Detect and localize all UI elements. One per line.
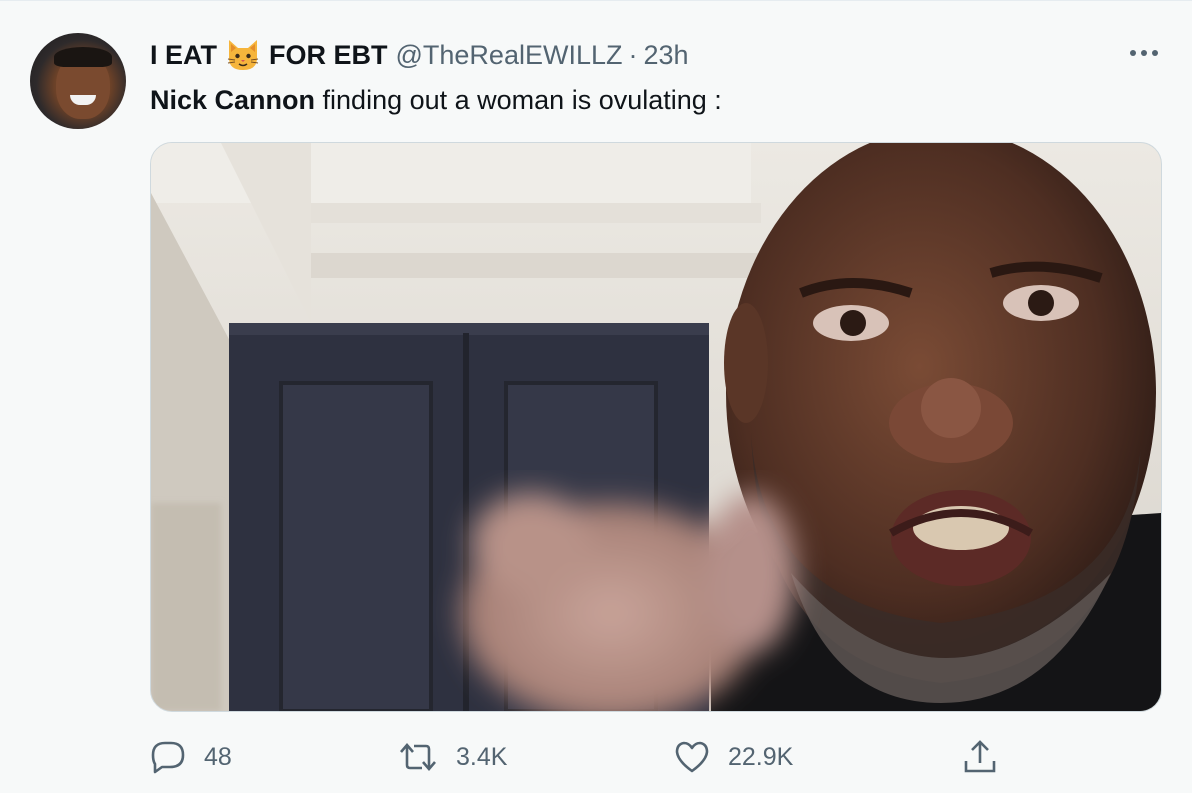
heart-icon — [675, 741, 709, 773]
avatar[interactable] — [30, 33, 126, 129]
retweet-count: 3.4K — [456, 742, 508, 771]
avatar-hair — [54, 47, 112, 67]
like-count: 22.9K — [728, 742, 794, 771]
more-dots-icon[interactable] — [1124, 41, 1164, 65]
reply-icon — [151, 741, 185, 774]
share-icon — [964, 740, 996, 773]
more-dot — [1130, 50, 1136, 56]
tweet-card[interactable]: I EAT FOR EBT @TheRealEWILLZ · 23h Nick … — [0, 0, 1192, 793]
reply-count: 48 — [204, 742, 232, 771]
separator-dot: · — [628, 39, 638, 70]
display-name-prefix[interactable]: I EAT — [150, 40, 217, 71]
retweet-icon — [400, 743, 436, 771]
share-button[interactable] — [962, 735, 1016, 779]
tweet-text-bold: Nick Cannon — [150, 85, 316, 115]
tweet-timestamp[interactable]: 23h — [643, 40, 688, 71]
tweet-text: Nick Cannon finding out a woman is ovula… — [150, 85, 722, 116]
video-frame — [151, 143, 1161, 711]
cat-face-icon — [225, 38, 261, 72]
like-button[interactable]: 22.9K — [674, 735, 793, 779]
tweet-media-video[interactable] — [150, 142, 1162, 712]
tweet-header: I EAT FOR EBT @TheRealEWILLZ · 23h — [150, 39, 689, 71]
tweet-text-rest: finding out a woman is ovulating : — [315, 85, 722, 115]
retweet-button[interactable]: 3.4K — [398, 735, 507, 779]
more-dot — [1141, 50, 1147, 56]
user-handle[interactable]: @TheRealEWILLZ — [396, 40, 623, 71]
more-dot — [1152, 50, 1158, 56]
display-name-suffix[interactable]: FOR EBT — [269, 40, 388, 71]
reply-button[interactable]: 48 — [150, 735, 232, 779]
tweet-actions: 48 3.4K 22.9K — [150, 735, 1160, 779]
